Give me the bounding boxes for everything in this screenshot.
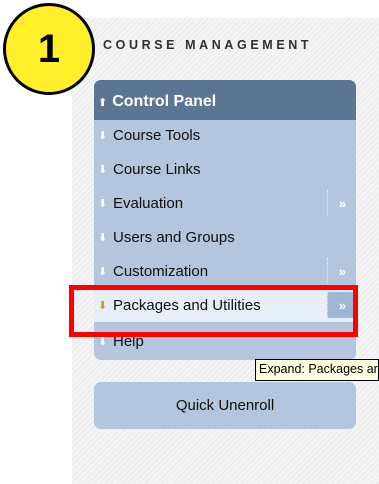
menu-item-label: Course Links [113, 160, 201, 178]
control-panel-header-label: Control Panel [112, 93, 217, 110]
expand-evaluation-button[interactable]: » [327, 190, 357, 216]
step-number-badge: 1 [3, 3, 95, 95]
highlight-annotation-box [69, 285, 358, 337]
menu-item-evaluation[interactable]: ⬇ Evaluation » [94, 186, 356, 220]
chevron-down-double-icon: ⬇ [98, 163, 108, 176]
menu-item-customization[interactable]: ⬇ Customization » [94, 254, 356, 288]
section-title: COURSE MANAGEMENT [103, 38, 313, 52]
chevron-down-double-icon: ⬇ [98, 231, 108, 244]
chevron-up-double-icon: ⬆ [98, 96, 108, 109]
quick-unenroll-button[interactable]: Quick Unenroll [94, 382, 356, 429]
menu-item-users-and-groups[interactable]: ⬇ Users and Groups [94, 220, 356, 254]
expand-tooltip: Expand: Packages and Utilities [255, 359, 379, 381]
quick-unenroll-label: Quick Unenroll [175, 397, 275, 414]
menu-item-course-tools[interactable]: ⬇ Course Tools [94, 118, 356, 152]
control-panel-header[interactable]: ⬆ Control Panel [94, 80, 356, 120]
menu-item-label: Customization [113, 262, 209, 280]
menu-item-course-links[interactable]: ⬇ Course Links [94, 152, 356, 186]
menu-item-label: Course Tools [113, 126, 201, 144]
chevron-down-double-icon: ⬇ [98, 197, 108, 210]
menu-item-label: Evaluation [113, 194, 184, 212]
menu-item-label: Users and Groups [113, 228, 235, 246]
chevron-down-double-icon: ⬇ [98, 129, 108, 142]
chevron-down-double-icon: ⬇ [98, 265, 108, 278]
expand-customization-button[interactable]: » [327, 258, 357, 284]
